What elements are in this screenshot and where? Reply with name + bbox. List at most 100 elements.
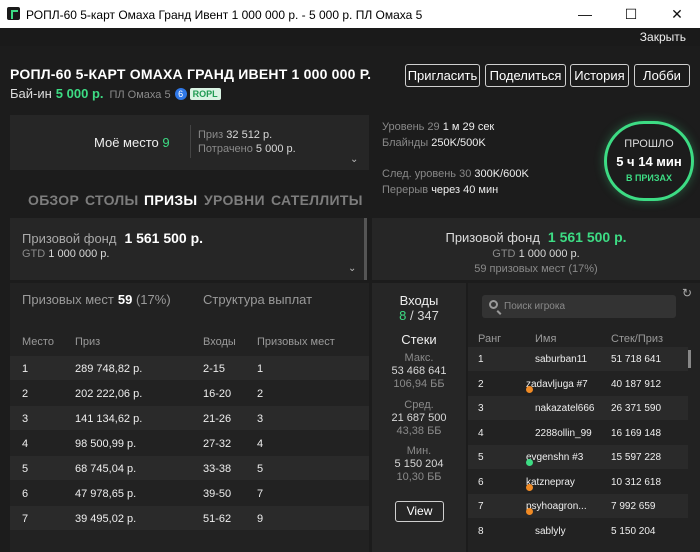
entries-cell: 33-38 xyxy=(203,463,232,475)
tournament-title: РОПЛ-60 5-КАРТ ОМАХА ГРАНД ИВЕНТ 1 000 0… xyxy=(10,66,372,82)
window-title: РОПЛ-60 5-карт Омаха Гранд Ивент 1 000 0… xyxy=(26,8,423,22)
gtd-value: 1 000 000 р. xyxy=(48,248,110,260)
name-cell: 2288ollin_99 xyxy=(526,428,592,439)
prize-places-cell: 4 xyxy=(257,438,264,450)
blinds-row: Блайнды 250K/500K xyxy=(382,137,486,149)
break-value: через 40 мин xyxy=(431,184,499,196)
table-row[interactable]: 3 nakazatel666 26 371 590 xyxy=(468,396,688,420)
stack-cell: 16 169 148 xyxy=(611,427,662,439)
tab-levels[interactable]: УРОВНИ xyxy=(204,192,265,208)
col-name: Имя xyxy=(535,333,557,345)
table-row: 7 39 495,02 р. 51-62 9 xyxy=(10,506,369,530)
buyin-line: Бай-ин 5 000 р. ПЛ Омаха 5 6 ROPL xyxy=(10,86,221,101)
status-dot-icon xyxy=(526,508,533,515)
my-place-panel: Моё место 9 Приз 32 512 р. Потрачено 5 0… xyxy=(10,115,369,170)
history-button[interactable]: История xyxy=(570,64,629,87)
place-cell: 1 xyxy=(22,363,29,375)
col-stack: Стек/Приз xyxy=(611,333,664,345)
table-row[interactable]: 6 katznepray 10 312 618 xyxy=(468,470,688,494)
table-row[interactable]: 8 sablyly 5 150 204 xyxy=(468,519,688,543)
prize-places-cell: 1 xyxy=(257,363,264,375)
status-dot-icon xyxy=(526,459,533,466)
entries-cell: 21-26 xyxy=(203,413,232,425)
prize-places-cell: 5 xyxy=(257,463,264,475)
level-time: 1 м 29 сек xyxy=(442,121,495,133)
my-place-label: Моё место xyxy=(94,135,159,150)
entries-cell: 27-32 xyxy=(203,438,232,450)
stack-cell: 10 312 618 xyxy=(611,476,662,488)
tab-bar: ОБЗОР СТОЛЫ ПРИЗЫ УРОВНИ САТЕЛЛИТЫ xyxy=(10,178,369,214)
rank-cell: 8 xyxy=(478,525,484,537)
stack-cell: 5 150 204 xyxy=(611,525,656,537)
spent-value: 5 000 р. xyxy=(255,143,296,155)
prize-places-cell: 7 xyxy=(257,488,264,500)
next-level-row: След. уровень 30 300K/600K xyxy=(382,168,529,180)
tab-tables[interactable]: СТОЛЫ xyxy=(85,192,139,208)
place-cell: 6 xyxy=(22,488,29,500)
stack-cell: 26 371 590 xyxy=(611,403,662,414)
next-level-label: След. уровень 30 xyxy=(382,168,472,180)
place-cell: 2 xyxy=(22,388,29,400)
spent-label: Потрачено xyxy=(198,143,253,155)
blinds-label: Блайнды xyxy=(382,137,429,149)
player-name: psyhoagron... xyxy=(526,501,587,512)
title-bar: РОПЛ-60 5-карт Омаха Гранд Ивент 1 000 0… xyxy=(0,0,700,28)
chevron-down-icon[interactable]: ⌄ xyxy=(350,154,358,165)
tab-overview[interactable]: ОБЗОР xyxy=(28,192,79,208)
prize-cell: 47 978,65 р. xyxy=(75,488,137,500)
player-name: 2288ollin_99 xyxy=(535,427,592,439)
prize-cell: 39 495,02 р. xyxy=(75,513,137,525)
place-cell: 5 xyxy=(22,463,29,475)
prize-places-label: Призовых мест xyxy=(22,292,114,307)
table-row[interactable]: 4 2288ollin_99 16 169 148 xyxy=(468,421,688,445)
table-row[interactable]: 7 psyhoagron... 7 992 659 xyxy=(468,494,688,518)
status-dot-icon xyxy=(526,385,533,393)
break-row: Перерыв через 40 мин xyxy=(382,184,498,196)
prize-fund-value: 1 561 500 р. xyxy=(124,230,204,246)
col-entries: Входы xyxy=(203,336,236,348)
close-window-button[interactable]: ✕ xyxy=(654,0,700,28)
stacks-label: Стеки xyxy=(401,332,437,347)
entries-current: 8 xyxy=(399,308,407,323)
table-row[interactable]: 5 evgenshn #3 15 597 228 xyxy=(468,445,688,469)
prize-fund-label: Призовой фонд xyxy=(22,231,117,246)
scrollbar[interactable] xyxy=(364,218,367,280)
prize-fund-value: 1 561 500 р. xyxy=(547,229,627,245)
chevron-down-icon[interactable]: ⌄ xyxy=(348,263,356,274)
my-prize-label: Приз xyxy=(198,129,224,141)
search-input[interactable] xyxy=(504,295,674,318)
maximize-button[interactable]: ☐ xyxy=(608,0,654,28)
prize-places-cell: 3 xyxy=(257,413,264,425)
prize-cell: 141 134,62 р. xyxy=(75,413,143,425)
prize-fund-row: Призовой фонд 1 561 500 р. xyxy=(22,230,203,246)
blinds-value: 250K/500K xyxy=(431,137,486,149)
prize-fund-label: Призовой фонд xyxy=(445,230,540,245)
share-button[interactable]: Поделиться xyxy=(485,64,566,87)
refresh-icon[interactable]: ↻ xyxy=(682,286,692,300)
tournament-window: РОПЛ-60 5-карт Омаха Гранд Ивент 1 000 0… xyxy=(0,0,700,552)
gtd-label: GTD xyxy=(22,248,46,260)
min-label: Мин. xyxy=(406,445,432,457)
player-name: evgenshn #3 xyxy=(526,452,584,463)
tab-prizes[interactable]: ПРИЗЫ xyxy=(144,192,197,208)
rank-cell: 6 xyxy=(478,476,484,488)
entries-total: / 347 xyxy=(409,308,439,323)
entries-count: 8 / 347 xyxy=(372,308,466,323)
place-cell: 3 xyxy=(22,413,29,425)
invite-button[interactable]: Пригласить xyxy=(405,64,480,87)
table-row[interactable]: 1 saburban11 51 718 641 xyxy=(468,347,688,371)
place-cell: 4 xyxy=(22,438,29,450)
lobby-button[interactable]: Лобби xyxy=(634,64,690,87)
ropl-badge: ROPL xyxy=(189,88,221,100)
player-name: zadavljuga #7 xyxy=(526,378,588,390)
view-button[interactable]: View xyxy=(395,501,444,522)
player-name: saburban11 xyxy=(535,354,588,365)
prize-cell: 98 500,99 р. xyxy=(75,438,137,450)
name-cell: psyhoagron... xyxy=(526,501,587,515)
max-bb: 106,94 ББ xyxy=(393,378,445,390)
tab-satellites[interactable]: САТЕЛЛИТЫ xyxy=(271,192,363,208)
minimize-button[interactable]: — xyxy=(562,0,608,28)
table-row[interactable]: 2 zadavljuga #7 40 187 912 xyxy=(468,372,688,396)
close-link[interactable]: Закрыть xyxy=(640,30,686,44)
scrollbar[interactable] xyxy=(688,350,691,368)
